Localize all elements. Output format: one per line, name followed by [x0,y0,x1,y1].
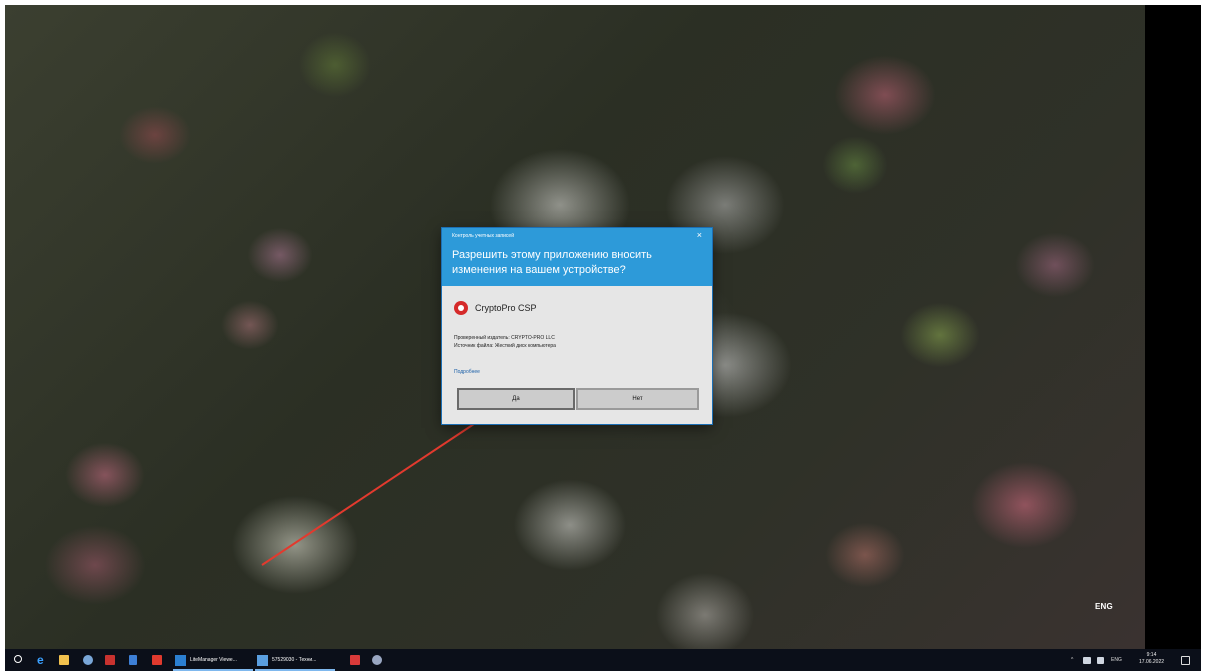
publisher-line: Проверенный издатель: CRYPTO-PRO LLC [454,335,555,341]
red-app-icon[interactable] [152,653,162,667]
volume-icon[interactable] [1097,653,1104,667]
file-explorer-icon[interactable] [59,653,69,667]
document-app-icon[interactable] [129,653,137,667]
gear-app-icon[interactable] [372,653,382,667]
dialog-header: Контроль учетных записей × Разрешить это… [442,228,712,286]
close-icon[interactable]: × [697,230,702,240]
start-icon[interactable] [14,655,22,663]
network-icon[interactable] [1083,653,1091,667]
clock[interactable]: 9:14 17.06.2022 [1139,652,1164,666]
taskbar-app-label: LiteManager Viewe... [190,657,237,663]
filezilla-icon[interactable] [105,653,115,667]
app-name: CryptoPro CSP [475,303,537,313]
taskbar-app-litemanager[interactable]: LiteManager Viewe... [175,653,237,667]
dialog-title: Контроль учетных записей [452,233,515,239]
clock-date: 17.06.2022 [1139,659,1165,665]
no-button[interactable]: Нет [576,388,699,410]
notifications-icon[interactable] [1181,653,1190,667]
details-link[interactable]: Подробнее [454,369,480,375]
tray-language[interactable]: ENG [1111,653,1122,667]
window-icon [257,654,268,666]
tray-chevron-icon[interactable]: ^ [1071,653,1073,667]
clock-time: 9:14 [1146,652,1157,658]
taskbar-app-window[interactable]: 57529030 - Техни... [257,653,316,667]
dialog-question: Разрешить этому приложению вносить измен… [452,249,652,276]
source-line: Источник файла: Жесткий диск компьютера [454,343,556,349]
settings-icon[interactable] [83,653,93,667]
litemanager-icon [175,654,186,666]
browser-icon[interactable]: e [37,653,44,667]
cryptopro-logo-icon [454,301,468,315]
uac-dialog: Контроль учетных записей × Разрешить это… [442,228,712,424]
taskbar: e LiteManager Viewe... 57529030 - Техни.… [5,649,1201,671]
red-window-icon[interactable] [350,653,360,667]
publisher-info: Проверенный издатель: CRYPTO-PRO LLC Ист… [454,334,556,350]
app-row: CryptoPro CSP [454,300,537,316]
yes-button[interactable]: Да [457,388,575,410]
taskbar-app-label: 57529030 - Техни... [272,657,317,663]
